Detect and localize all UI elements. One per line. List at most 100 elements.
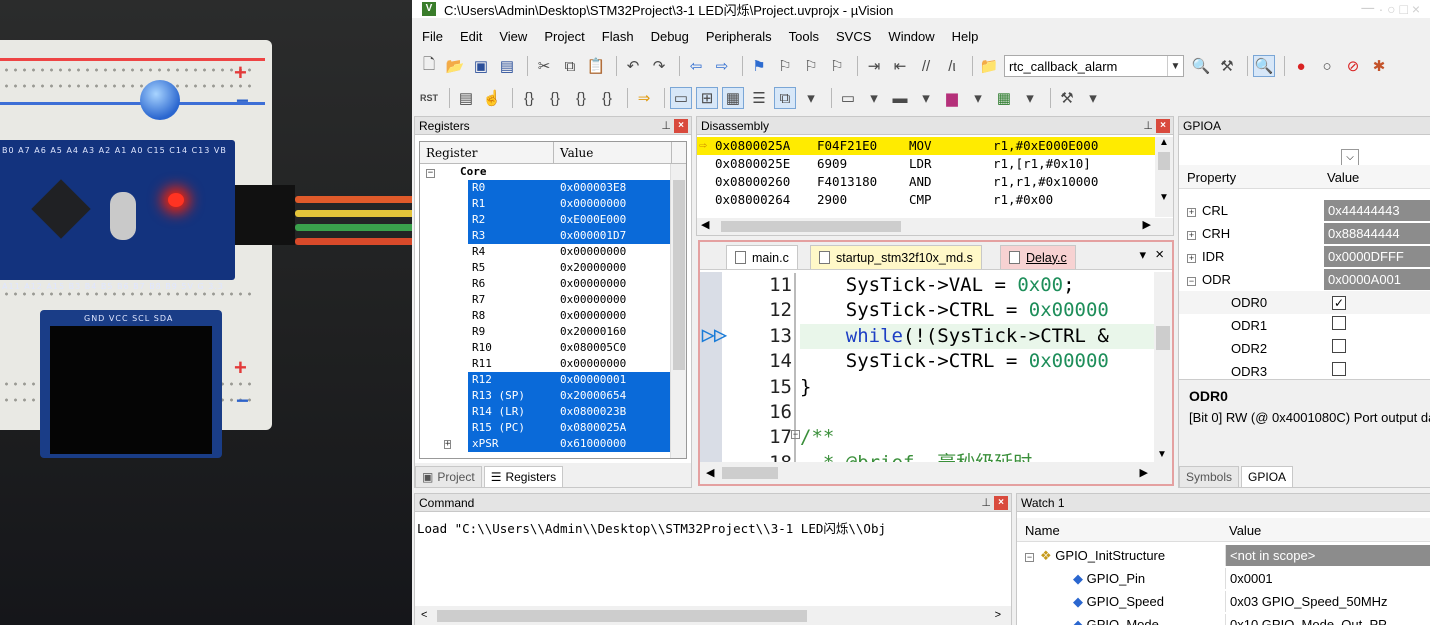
register-value[interactable]: 0x00000000: [560, 276, 672, 292]
breakpoint-disable-icon[interactable]: ○: [1316, 55, 1338, 77]
menu-debug[interactable]: Debug: [651, 29, 689, 44]
close-icon[interactable]: ×: [994, 496, 1008, 510]
odr-bit-row[interactable]: ODR0 ✓: [1179, 291, 1430, 314]
disassembly-line[interactable]: 0x08000260 F4013180 AND r1,r1,#0x10000: [697, 173, 1167, 191]
register-row[interactable]: R15 (PC) 0x0800025A: [420, 420, 686, 436]
col-name[interactable]: Name: [1025, 523, 1060, 538]
menu-project[interactable]: Project: [544, 29, 584, 44]
scroll-down-icon[interactable]: ▼: [1157, 449, 1167, 460]
call-stack-icon[interactable]: ⧉: [774, 87, 796, 109]
run-icon[interactable]: ▤: [455, 87, 477, 109]
command-output[interactable]: Load "C:\\Users\\Admin\\Desktop\\STM32Pr…: [417, 518, 995, 537]
indent-icon[interactable]: ⇥: [863, 55, 885, 77]
menu-edit[interactable]: Edit: [460, 29, 482, 44]
disassembly-line[interactable]: 0x0800025E 6909 LDR r1,[r1,#0x10]: [697, 155, 1167, 173]
code-line[interactable]: SysTick->VAL = 0x00;: [800, 273, 1160, 298]
register-row[interactable]: R14 (LR) 0x0800023B: [420, 404, 686, 420]
scroll-thumb[interactable]: [722, 467, 778, 479]
menu-file[interactable]: File: [422, 29, 443, 44]
gpio-register-row[interactable]: − ODR 0x0000A001: [1179, 268, 1430, 291]
register-row[interactable]: R3 0x000001D7: [420, 228, 686, 244]
nav-forward-icon[interactable]: ⇨: [711, 55, 733, 77]
save-all-icon[interactable]: ▤: [496, 55, 518, 77]
watch-value[interactable]: 0x0001: [1225, 568, 1430, 589]
watch-row[interactable]: − ❖ GPIO_InitStructure <not in scope>: [1017, 544, 1430, 567]
tools-dropdown-icon[interactable]: ▾: [1082, 87, 1104, 109]
tools-icon[interactable]: ⚒: [1056, 87, 1078, 109]
scroll-right-icon[interactable]: ▶: [1140, 466, 1148, 479]
register-value[interactable]: 0x00000000: [560, 196, 672, 212]
undo-icon[interactable]: ↶: [622, 55, 644, 77]
find-icon[interactable]: 🔍: [1190, 55, 1212, 77]
register-value[interactable]: 0x080005C0: [560, 340, 672, 356]
registers-scrollbar[interactable]: [670, 164, 686, 458]
register-row[interactable]: R0 0x000003E8: [420, 180, 686, 196]
open-folder-icon[interactable]: 📂: [444, 55, 466, 77]
expand-icon[interactable]: +: [1187, 231, 1196, 240]
register-value[interactable]: 0x000001D7: [560, 228, 672, 244]
step-out-icon[interactable]: {}: [570, 87, 592, 109]
register-row[interactable]: R5 0x20000000: [420, 260, 686, 276]
watch-value[interactable]: <not in scope>: [1225, 545, 1430, 566]
tab-gpioa[interactable]: GPIOA: [1241, 466, 1294, 487]
debug-session-icon[interactable]: 🔍: [1253, 55, 1275, 77]
tab-registers[interactable]: ☰ Registers: [483, 466, 564, 487]
menu-window[interactable]: Window: [888, 29, 934, 44]
expand-icon[interactable]: −: [1187, 277, 1196, 286]
code-line[interactable]: }: [800, 375, 1160, 400]
redo-icon[interactable]: ↷: [648, 55, 670, 77]
disassembly-line[interactable]: ⇨ 0x0800025A F04F21E0 MOV r1,#0xE000E000: [697, 137, 1167, 155]
tab-list-dropdown-icon[interactable]: ▾: [1139, 247, 1146, 263]
command-window-icon[interactable]: ▭: [670, 87, 692, 109]
copy-icon[interactable]: ⧉: [559, 55, 581, 77]
tab-startup-s[interactable]: startup_stm32f10x_md.s: [810, 245, 982, 269]
tab-delay-c[interactable]: Delay.c: [1000, 245, 1076, 269]
close-icon[interactable]: ×: [674, 119, 688, 133]
register-value[interactable]: 0x0800023B: [560, 404, 672, 420]
tab-main-c[interactable]: main.c: [726, 245, 798, 269]
register-row[interactable]: R1 0x00000000: [420, 196, 686, 212]
register-group-core[interactable]: − Core: [420, 164, 686, 180]
disassembly-scrollbar[interactable]: ▲ ▼: [1155, 137, 1173, 217]
register-value[interactable]: 0x20000160: [560, 324, 672, 340]
analysis-window-icon[interactable]: ▬: [889, 87, 911, 109]
register-value[interactable]: 0x0800025A: [560, 420, 672, 436]
register-value[interactable]: 0x20000000: [560, 260, 672, 276]
expand-xpsr-icon[interactable]: +: [444, 440, 454, 456]
system-viewer-dropdown-icon[interactable]: ▾: [967, 87, 989, 109]
collapse-icon[interactable]: −: [1025, 552, 1034, 562]
show-next-statement-icon[interactable]: ⇒: [633, 87, 655, 109]
config-icon[interactable]: ✱: [1368, 55, 1390, 77]
uncomment-icon[interactable]: /ι: [941, 55, 963, 77]
editor-vscroll[interactable]: ▼: [1154, 272, 1172, 462]
gpio-register-value[interactable]: 0x0000A001: [1324, 269, 1430, 290]
bookmark-next-icon[interactable]: ⚐: [800, 55, 822, 77]
nav-back-icon[interactable]: ⇦: [685, 55, 707, 77]
symbols-window-icon[interactable]: ▦: [722, 87, 744, 109]
register-value[interactable]: 0x20000654: [560, 388, 672, 404]
collapse-icon[interactable]: −: [420, 164, 460, 180]
scroll-right-icon[interactable]: >: [995, 609, 1001, 621]
scroll-thumb[interactable]: [1158, 152, 1170, 170]
col-property[interactable]: Property: [1187, 170, 1236, 185]
register-row[interactable]: R11 0x00000000: [420, 356, 686, 372]
run-to-cursor-icon[interactable]: {}: [596, 87, 618, 109]
trace-window-icon[interactable]: ▾: [915, 87, 937, 109]
pin-icon[interactable]: ⊥: [981, 494, 991, 512]
checkbox[interactable]: ✓: [1332, 296, 1346, 310]
command-hscroll[interactable]: < >: [415, 606, 1011, 625]
register-row[interactable]: R8 0x00000000: [420, 308, 686, 324]
scroll-left-icon[interactable]: ◀: [706, 466, 714, 479]
disassembly-line[interactable]: 0x08000264 2900 CMP r1,#0x00: [697, 191, 1167, 209]
code-line[interactable]: /**: [800, 425, 1160, 450]
menu-view[interactable]: View: [499, 29, 527, 44]
find-combo[interactable]: rtc_callback_alarm ▼: [1004, 55, 1184, 77]
register-row[interactable]: R2 0xE000E000: [420, 212, 686, 228]
pin-icon[interactable]: ⊥: [1143, 117, 1153, 135]
col-register[interactable]: Register: [420, 142, 554, 163]
unindent-icon[interactable]: ⇤: [889, 55, 911, 77]
close-icon[interactable]: ×: [1156, 119, 1170, 133]
memory-window-icon[interactable]: ▭: [837, 87, 859, 109]
new-file-icon[interactable]: 🗋: [418, 55, 440, 77]
disassembly-window-icon[interactable]: ⊞: [696, 87, 718, 109]
